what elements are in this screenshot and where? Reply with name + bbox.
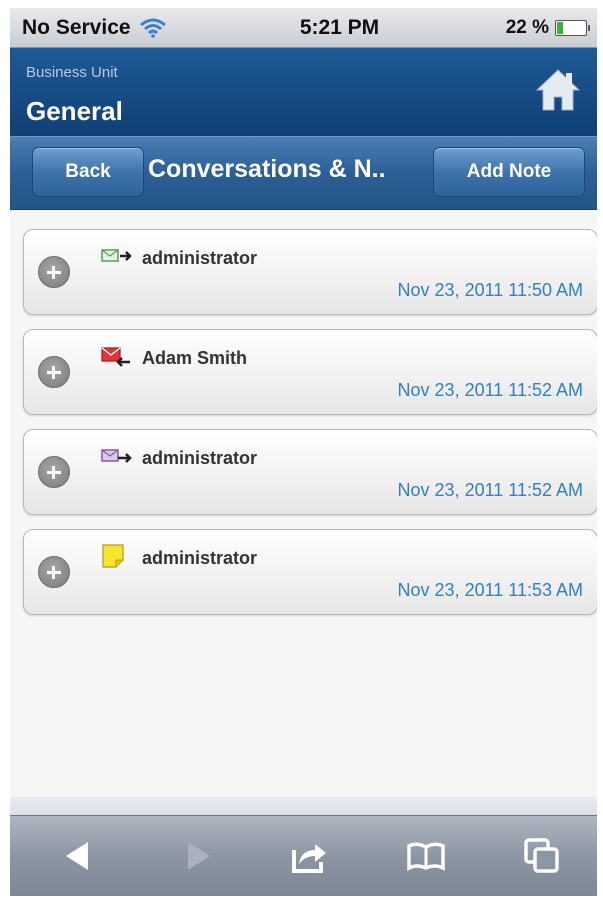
battery-percent: 22 %	[505, 16, 549, 38]
sender-name: administrator	[142, 548, 258, 568]
bookmarks-icon[interactable]	[406, 836, 446, 876]
outgoing-email-icon	[101, 249, 132, 262]
home-icon[interactable]	[535, 66, 581, 114]
list-item[interactable]: administrator Nov 23, 2011 11:53 AM	[23, 529, 597, 615]
expand-plus-icon[interactable]	[38, 256, 70, 288]
status-left: No Service	[22, 16, 222, 40]
list-item[interactable]: administrator Nov 23, 2011 11:50 AM	[23, 229, 597, 315]
incoming-email-icon	[101, 347, 130, 367]
phone-screen: No Service 5:21 PM 22 % Business Unit Ge…	[10, 8, 597, 896]
note-icon	[102, 544, 124, 568]
message-date: Nov 23, 2011 11:53 AM	[397, 580, 583, 600]
page-title: Conversations & N..	[148, 155, 386, 183]
list-item[interactable]: Adam Smith Nov 23, 2011 11:52 AM	[23, 329, 597, 415]
add-note-button[interactable]: Add Note	[433, 147, 585, 197]
message-date: Nov 23, 2011 11:52 AM	[397, 480, 583, 500]
sender-name: Adam Smith	[142, 348, 248, 368]
battery-level	[557, 21, 563, 34]
conversation-list: administrator Nov 23, 2011 11:50 AM Adam…	[10, 210, 597, 797]
tabs-icon[interactable]	[522, 836, 562, 876]
back-button[interactable]: Back	[32, 147, 144, 197]
message-date: Nov 23, 2011 11:50 AM	[397, 280, 583, 300]
content-footer	[10, 797, 597, 815]
status-right: 22 %	[437, 16, 590, 39]
business-unit-name: General	[26, 96, 123, 126]
battery-icon	[555, 19, 590, 36]
list-item[interactable]: administrator Nov 23, 2011 11:52 AM	[23, 429, 597, 515]
expand-plus-icon[interactable]	[38, 456, 70, 488]
carrier-label: No Service	[22, 15, 131, 39]
forward-arrow-icon[interactable]	[178, 836, 218, 876]
browser-toolbar	[10, 815, 597, 896]
forward-email-icon	[101, 449, 132, 463]
share-icon[interactable]	[289, 836, 329, 876]
navigation-toolbar: Back Conversations & N.. Add Note	[10, 136, 597, 210]
wifi-icon	[139, 18, 166, 38]
expand-plus-icon[interactable]	[38, 556, 70, 588]
status-bar: No Service 5:21 PM 22 %	[10, 8, 597, 48]
expand-plus-icon[interactable]	[38, 356, 70, 388]
back-arrow-icon[interactable]	[58, 836, 98, 876]
business-unit-label: Business Unit	[26, 64, 118, 81]
message-date: Nov 23, 2011 11:52 AM	[397, 380, 583, 400]
business-unit-header: Business Unit General	[10, 48, 597, 136]
clock: 5:21 PM	[299, 15, 380, 39]
sender-name: administrator	[142, 248, 258, 268]
sender-name: administrator	[142, 448, 258, 468]
